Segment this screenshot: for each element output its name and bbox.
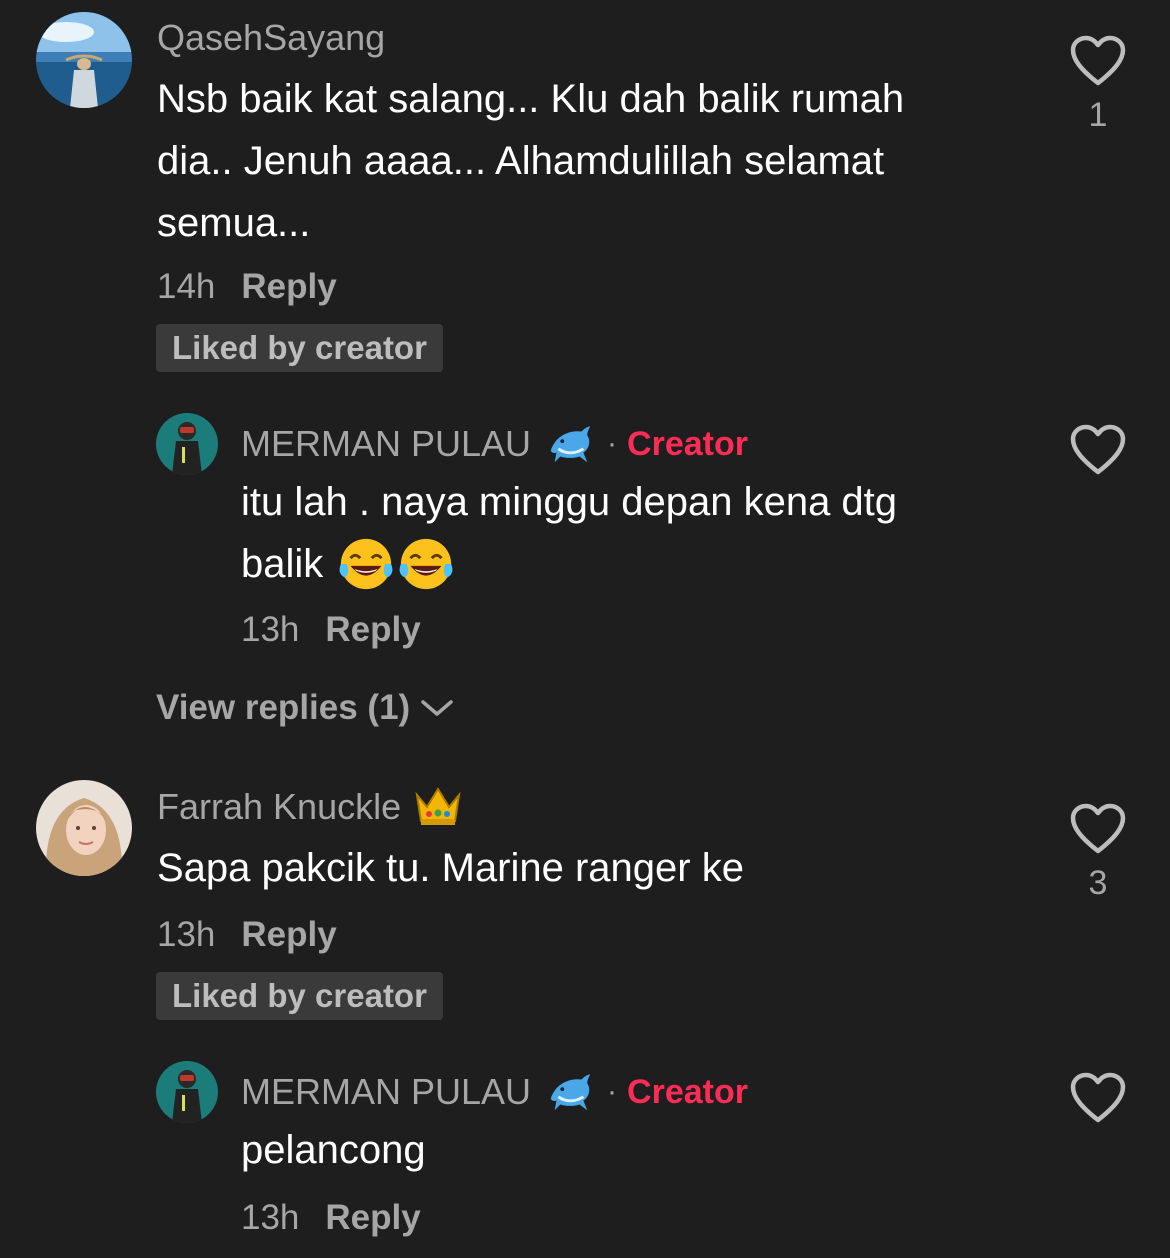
laughing-emoji <box>397 535 455 593</box>
comment-text-line: semua... <box>157 201 311 245</box>
separator-dot: · <box>607 427 618 460</box>
comment-text: Nsb baik kat salang... Klu dah balik rum… <box>157 68 1037 254</box>
like-count: 3 <box>1088 864 1108 902</box>
comment-header: Farrah Knuckle <box>157 785 463 829</box>
view-replies-label: View replies (1) <box>156 688 411 727</box>
avatar-photo <box>156 1061 218 1123</box>
chevron-down-icon <box>421 700 453 716</box>
comment-text-line: dia.. Jenuh aaaa... Alhamdulillah selama… <box>157 139 885 183</box>
heart-outline-icon[interactable] <box>1070 424 1126 476</box>
reply-text-word: balik <box>241 542 324 586</box>
avatar[interactable] <box>36 780 132 876</box>
creator-label: Creator <box>627 1072 748 1111</box>
comment-text-line: Sapa pakcik tu. Marine ranger ke <box>157 846 744 890</box>
reply-button[interactable]: Reply <box>241 915 336 954</box>
reply-button[interactable]: Reply <box>325 1198 420 1237</box>
reply-text-line: pelancong <box>241 1128 426 1172</box>
liked-by-creator-badge: Liked by creator <box>156 972 443 1020</box>
avatar[interactable] <box>156 1061 218 1123</box>
liked-by-creator-badge: Liked by creator <box>156 324 443 372</box>
dolphin-emoji <box>545 420 593 468</box>
avatar-photo <box>36 780 132 876</box>
reply-meta: 13h Reply <box>241 1198 421 1238</box>
avatar[interactable] <box>36 12 132 108</box>
reply-text: pelancong <box>241 1119 1021 1181</box>
creator-label: Creator <box>627 424 748 463</box>
avatar[interactable] <box>156 413 218 475</box>
comment-meta: 13h Reply <box>157 915 337 955</box>
reply-header: MERMAN PULAU · Creator <box>241 420 748 468</box>
reply-text: itu lah . naya minggu depan kena dtg bal… <box>241 471 1021 595</box>
reply-meta: 13h Reply <box>241 610 421 650</box>
reply-header: MERMAN PULAU · Creator <box>241 1068 748 1116</box>
reply-username[interactable]: MERMAN PULAU <box>241 426 531 462</box>
comment-username[interactable]: Farrah Knuckle <box>157 789 401 825</box>
dolphin-emoji <box>545 1068 593 1116</box>
heart-outline-icon[interactable] <box>1070 35 1126 87</box>
avatar-photo <box>36 12 132 108</box>
comment-text-line: Nsb baik kat salang... Klu dah balik rum… <box>157 77 905 121</box>
view-replies-button[interactable]: View replies (1) <box>156 688 454 728</box>
like-count: 1 <box>1088 96 1108 134</box>
comment-text: Sapa pakcik tu. Marine ranger ke <box>157 837 1037 899</box>
comment-time: 14h <box>157 267 216 306</box>
reply-text-line: itu lah . naya minggu depan kena dtg <box>241 480 898 524</box>
avatar-photo <box>156 413 218 475</box>
comment-time: 13h <box>157 915 216 954</box>
laughing-emoji <box>337 535 395 593</box>
heart-outline-icon[interactable] <box>1070 1072 1126 1124</box>
crown-emoji <box>413 785 463 829</box>
comment-meta: 14h Reply <box>157 267 337 307</box>
reply-username[interactable]: MERMAN PULAU <box>241 1074 531 1110</box>
comment-username[interactable]: QasehSayang <box>157 20 385 56</box>
reply-button[interactable]: Reply <box>325 610 420 649</box>
separator-dot: · <box>607 1075 618 1108</box>
heart-outline-icon[interactable] <box>1070 803 1126 855</box>
reply-button[interactable]: Reply <box>241 267 336 306</box>
reply-time: 13h <box>241 610 300 649</box>
reply-text-line-2: balik <box>241 533 1021 595</box>
reply-time: 13h <box>241 1198 300 1237</box>
